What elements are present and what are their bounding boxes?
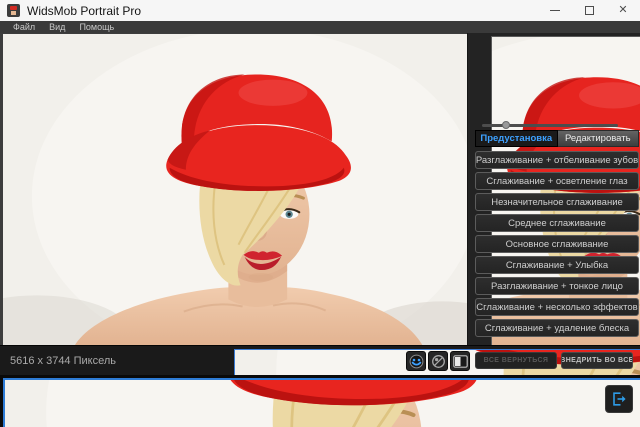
preset-button-medium-smoothing[interactable]: Среднее сглаживание bbox=[475, 214, 639, 232]
minimize-icon bbox=[550, 10, 560, 11]
status-bar: 5616 x 3744 Пиксель ВСЕ ВЕРНУТЬСЯ ВНЕДРИ… bbox=[0, 345, 640, 378]
export-icon bbox=[612, 392, 626, 406]
compare-original-button[interactable] bbox=[428, 351, 448, 371]
preview-zoom-slider[interactable] bbox=[482, 121, 618, 129]
panel-tabs: Предустановка Редактировать bbox=[475, 130, 639, 147]
slider-handle[interactable] bbox=[502, 121, 511, 129]
window-title: WidsMob Portrait Pro bbox=[27, 3, 142, 18]
preset-button-smooth-whiten-teeth[interactable]: Разглаживание + отбеливание зубов bbox=[475, 151, 639, 169]
window-controls: ✕ bbox=[538, 0, 640, 21]
photo-workspace bbox=[0, 33, 470, 346]
menu-bar: Файл Вид Помощь bbox=[0, 21, 640, 33]
split-view-button[interactable] bbox=[450, 351, 470, 371]
image-dimensions: 5616 x 3744 Пиксель bbox=[10, 355, 116, 367]
main-area: Предустановка Редактировать Разглаживани… bbox=[0, 33, 640, 348]
film-strip bbox=[0, 375, 640, 427]
app-window: WidsMob Portrait Pro ✕ Файл Вид Помощь П… bbox=[0, 0, 640, 427]
view-toggle-icons bbox=[406, 346, 470, 376]
compare-circle-icon bbox=[431, 354, 445, 368]
preset-list: Разглаживание + отбеливание зубов Сглажи… bbox=[475, 151, 639, 337]
preset-button-smooth-deshine[interactable]: Сглаживание + удаление блеска bbox=[475, 319, 639, 337]
menu-view[interactable]: Вид bbox=[49, 21, 65, 33]
preset-button-smooth-smile[interactable]: Сглаживание + Улыбка bbox=[475, 256, 639, 274]
export-button[interactable] bbox=[605, 385, 633, 413]
maximize-button[interactable] bbox=[572, 0, 606, 21]
menu-help[interactable]: Помощь bbox=[79, 21, 114, 33]
preset-button-smooth-multi-effects[interactable]: Сглаживание + несколько эффектов bbox=[475, 298, 639, 316]
side-panel: Предустановка Редактировать Разглаживани… bbox=[467, 33, 640, 348]
app-logo-icon bbox=[7, 4, 20, 17]
close-icon: ✕ bbox=[618, 4, 628, 16]
face-detect-button[interactable] bbox=[406, 351, 426, 371]
preset-button-basic-smoothing[interactable]: Основное сглаживание bbox=[475, 235, 639, 253]
tab-presets[interactable]: Предустановка bbox=[475, 130, 558, 147]
menu-file[interactable]: Файл bbox=[13, 21, 35, 33]
photo-thumbnail-selected[interactable] bbox=[3, 378, 640, 427]
preset-button-slight-smoothing[interactable]: Незначительное сглаживание bbox=[475, 193, 639, 211]
tab-edit[interactable]: Редактировать bbox=[557, 130, 639, 147]
split-view-icon bbox=[452, 354, 468, 368]
preset-button-smooth-brighten-eyes[interactable]: Сглаживание + осветление глаз bbox=[475, 172, 639, 190]
preset-button-smooth-thin-face[interactable]: Разглаживание + тонкое лицо bbox=[475, 277, 639, 295]
revert-all-button[interactable]: ВСЕ ВЕРНУТЬСЯ bbox=[475, 352, 557, 369]
portrait-photo bbox=[3, 34, 470, 346]
title-bar: WidsMob Portrait Pro ✕ bbox=[0, 0, 640, 21]
minimize-button[interactable] bbox=[538, 0, 572, 21]
close-button[interactable]: ✕ bbox=[606, 0, 640, 21]
smiley-face-icon bbox=[409, 354, 423, 368]
maximize-icon bbox=[584, 6, 594, 15]
apply-to-all-button[interactable]: ВНЕДРИТЬ ВО ВСЕ bbox=[561, 352, 633, 369]
